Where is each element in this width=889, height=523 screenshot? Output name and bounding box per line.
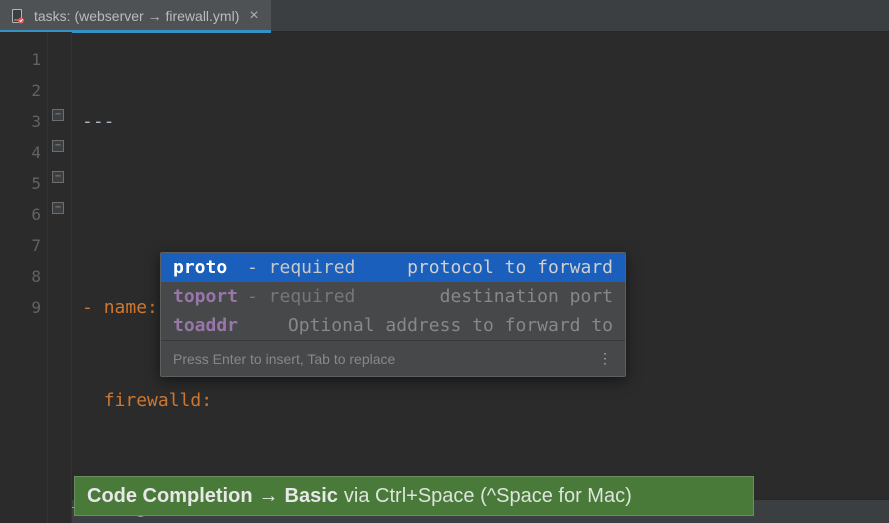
fold-toggle-icon[interactable] (52, 171, 64, 183)
line-number-gutter: 1 2 3 4 5 6 7 8 9 (0, 32, 48, 523)
arrow-right-icon: → (259, 485, 279, 508)
completion-item-desc: protocol to forward (407, 257, 613, 278)
banner-shortcut: via Ctrl+Space (^Space for Mac) (344, 485, 632, 508)
fold-toggle-icon[interactable] (52, 202, 64, 214)
fold-gutter (48, 32, 72, 523)
completion-item-name: toaddr (173, 315, 243, 336)
fold-toggle-icon[interactable] (52, 109, 64, 121)
close-icon[interactable]: × (247, 8, 260, 24)
code-line: firewalld: (82, 385, 889, 416)
completion-item[interactable]: toaddr Optional address to forward to (161, 311, 625, 340)
fold-toggle-icon[interactable] (52, 140, 64, 152)
line-number: 6 (0, 199, 41, 230)
banner-title-1: Code Completion (87, 485, 253, 508)
line-number: 4 (0, 137, 41, 168)
line-number: 8 (0, 261, 41, 292)
more-options-icon[interactable]: ⋮ (598, 350, 613, 367)
code-line (82, 199, 889, 230)
completion-item[interactable]: proto - required protocol to forward (161, 253, 625, 282)
line-number: 5 (0, 168, 41, 199)
completion-item-name: toport (173, 286, 243, 307)
editor-tab-active[interactable]: tasks: (webserver → firewall.yml) × (0, 0, 271, 32)
completion-hint-text: Press Enter to insert, Tab to replace (173, 351, 395, 367)
line-number: 3 (0, 106, 41, 137)
completion-item[interactable]: toport - required destination port (161, 282, 625, 311)
line-number: 2 (0, 75, 41, 106)
line-number: 9 (0, 292, 41, 323)
completion-item-required: - required (247, 286, 355, 307)
completion-hint-bar: Press Enter to insert, Tab to replace ⋮ (161, 340, 625, 376)
line-number: 1 (0, 44, 41, 75)
banner-title-2: Basic (285, 485, 338, 508)
code-completion-popup: proto - required protocol to forward top… (160, 252, 626, 377)
editor-tab-bar: tasks: (webserver → firewall.yml) × (0, 0, 889, 32)
yaml-file-icon (10, 8, 26, 24)
tab-bar-empty (271, 0, 889, 32)
completion-item-required: - required (247, 257, 355, 278)
editor-tab-title: tasks: (webserver → firewall.yml) (34, 8, 239, 24)
completion-item-desc: destination port (440, 286, 613, 307)
tip-banner: Code Completion → Basic via Ctrl+Space (… (74, 476, 754, 516)
completion-item-name: proto (173, 257, 243, 278)
code-line: --- (82, 106, 889, 137)
completion-item-desc: Optional address to forward to (288, 315, 613, 336)
line-number: 7 (0, 230, 41, 261)
